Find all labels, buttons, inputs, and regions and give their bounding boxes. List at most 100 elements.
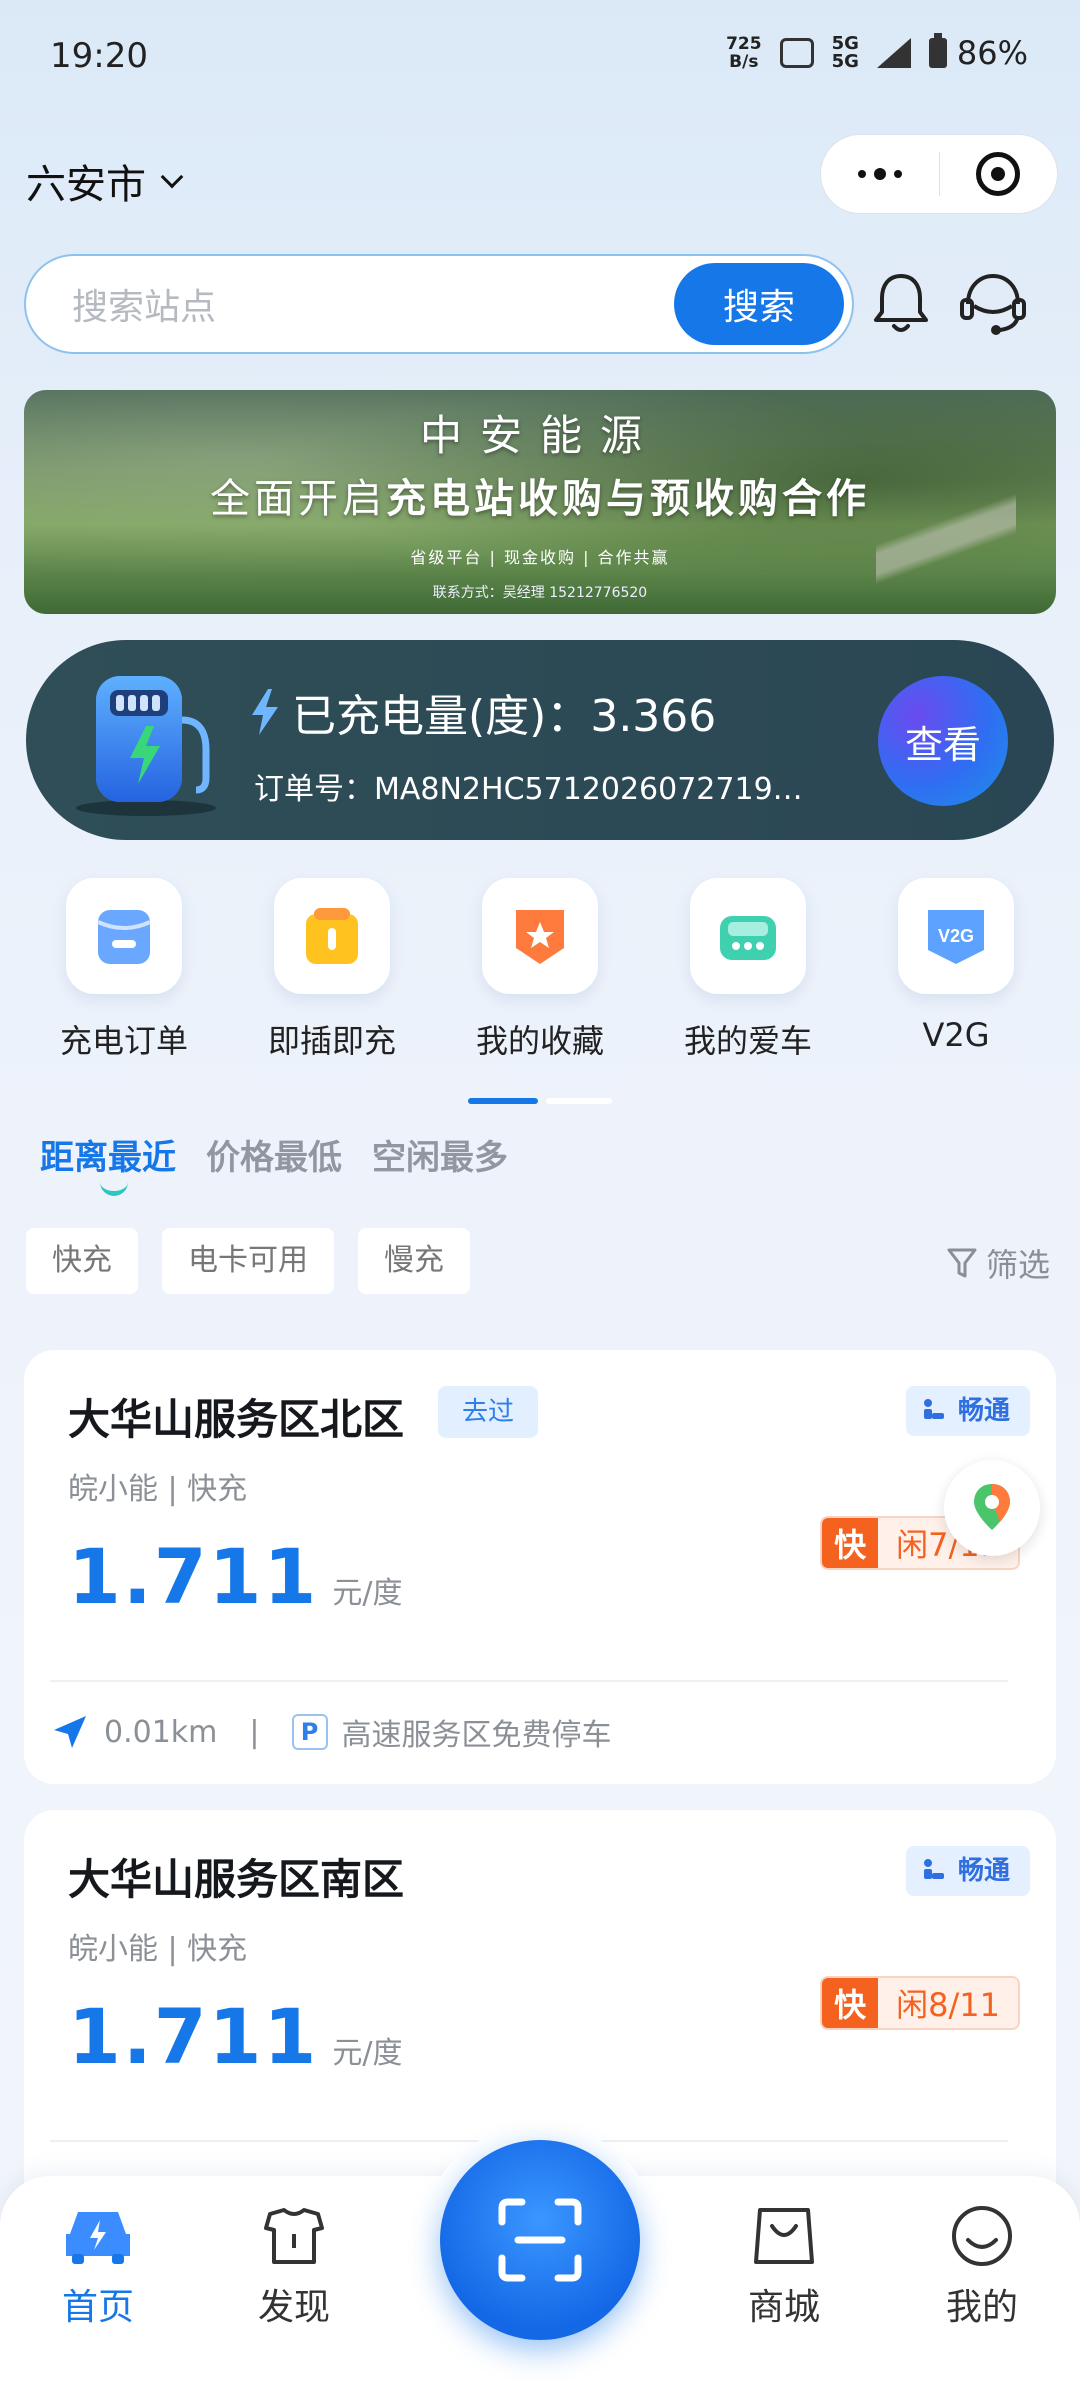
quick-entry-label: 即插即充 <box>267 1022 396 1060</box>
station-operator: 皖小能 | 快充 <box>68 1472 248 1507</box>
close-miniprogram-button[interactable] <box>940 152 1058 196</box>
station-name: 大华山服务区南区 <box>68 1855 405 1904</box>
bell-icon[interactable] <box>866 268 936 338</box>
quick-entry-favorites[interactable]: 我的收藏 <box>440 878 640 1062</box>
fast-charger-availability: 快 闲8/11 <box>820 1976 1020 2030</box>
search-bar[interactable]: 搜索站点 搜索 <box>24 254 854 354</box>
quick-entry-label: 我的爱车 <box>683 1022 812 1060</box>
nav-home[interactable]: 首页 <box>18 2204 178 2330</box>
quick-entry-label: 我的收藏 <box>475 1022 604 1060</box>
plug-and-charge-icon <box>274 878 390 994</box>
tab-cheapest[interactable]: 价格最低 <box>206 1130 342 1179</box>
seat-person-icon <box>923 1399 944 1419</box>
scan-button[interactable] <box>440 2140 640 2340</box>
station-name: 大华山服务区北区 <box>68 1395 405 1444</box>
parking-info: 高速服务区免费停车 <box>341 1718 612 1753</box>
scan-icon <box>498 2198 582 2282</box>
my-car-icon <box>690 878 806 994</box>
target-icon <box>976 152 1021 196</box>
navigation-arrow-icon[interactable] <box>50 1712 90 1752</box>
banner-contact: 联系方式：吴经理 15212776520 <box>432 585 648 601</box>
traffic-label: 畅通 <box>957 1396 1010 1426</box>
quick-entry-v2g[interactable]: V2G V2G <box>856 878 1056 1062</box>
favorites-icon <box>482 878 598 994</box>
seat-person-icon <box>923 1859 944 1879</box>
chip-slow-charge[interactable]: 慢充 <box>358 1228 470 1294</box>
traffic-status-badge: 畅通 <box>905 1386 1030 1436</box>
chevron-down-icon <box>160 165 184 189</box>
quick-entry-charging-order[interactable]: 充电订单 <box>24 878 224 1062</box>
more-dot <box>873 168 886 180</box>
nav-discover[interactable]: 发现 <box>214 2204 374 2330</box>
chip-fast-charge[interactable]: 快充 <box>26 1228 138 1294</box>
parking-icon: P <box>291 1714 328 1750</box>
net-speed: 725 B/s <box>726 35 762 71</box>
tab-nearest[interactable]: 距离最近 <box>40 1130 176 1179</box>
status-icons: 725 B/s 5G 5G 86% <box>726 33 1028 72</box>
page-indicator <box>468 1098 612 1104</box>
nav-label: 商城 <box>747 2287 820 2328</box>
station-price: 1.711 元/度 <box>68 1992 403 2081</box>
v2g-icon: V2G <box>898 878 1014 994</box>
city-name: 六安市 <box>26 162 146 208</box>
divider <box>50 1680 1008 1682</box>
banner-tags: 省级平台 | 现金收购 | 合作共赢 <box>410 548 670 567</box>
footer-separator: | <box>249 1714 260 1750</box>
svg-text:V2G: V2G <box>938 926 974 946</box>
shopping-bag-icon <box>754 2208 814 2264</box>
fast-key: 快 <box>822 1978 879 2028</box>
nav-label: 首页 <box>61 2287 134 2328</box>
nav-profile[interactable]: 我的 <box>902 2204 1062 2330</box>
charged-amount: 已充电量(度)：3.366 <box>252 680 716 744</box>
tab-most-idle[interactable]: 空闲最多 <box>372 1130 508 1179</box>
filter-label: 筛选 <box>985 1246 1050 1284</box>
charging-pump-icon <box>76 676 216 816</box>
banner-title: 中安能源 <box>419 411 660 460</box>
visited-badge: 去过 <box>438 1386 539 1438</box>
battery-level: 86% <box>956 34 1028 72</box>
station-price: 1.711 元/度 <box>68 1532 403 1621</box>
price-unit: 元/度 <box>332 1576 403 1611</box>
search-input[interactable]: 搜索站点 <box>72 278 674 330</box>
traffic-label: 畅通 <box>957 1856 1010 1886</box>
tab-underline <box>100 1182 128 1196</box>
station-operator: 皖小能 | 快充 <box>68 1932 248 1967</box>
promo-banner[interactable]: 中安能源 全面开启充电站收购与预收购合作 省级平台 | 现金收购 | 合作共赢 … <box>24 390 1056 614</box>
quick-entry-plug-and-charge[interactable]: 即插即充 <box>232 878 432 1062</box>
search-button[interactable]: 搜索 <box>674 263 844 345</box>
traffic-status-badge: 畅通 <box>905 1846 1030 1896</box>
chip-card-available[interactable]: 电卡可用 <box>162 1228 334 1294</box>
customer-service-icon[interactable] <box>956 266 1030 340</box>
price-value: 1.711 <box>68 1992 319 2081</box>
station-card[interactable]: 大华山服务区北区 去过 畅通 皖小能 | 快充 1.711 元/度 快 闲7/1… <box>24 1350 1056 1784</box>
status-time: 19:20 <box>50 36 148 76</box>
more-dot <box>857 170 866 178</box>
price-value: 1.711 <box>68 1532 319 1621</box>
quick-entry-row: 充电订单 即插即充 我的收藏 我的爱车 V2G V2G <box>0 878 1080 1062</box>
funnel-icon <box>947 1248 977 1278</box>
lightning-icon <box>252 689 278 735</box>
quick-entry-my-car[interactable]: 我的爱车 <box>648 878 848 1062</box>
filter-button[interactable]: 筛选 <box>946 1240 1050 1286</box>
banner-subtitle: 全面开启充电站收购与预收购合作 <box>210 476 870 522</box>
net-speed-unit: B/s <box>729 52 759 72</box>
city-selector[interactable]: 六安市 <box>26 152 184 210</box>
net-speed-value: 725 <box>726 34 762 54</box>
smiley-icon <box>952 2206 1012 2266</box>
network-label: 5G 5G <box>831 33 859 72</box>
quick-entry-label: V2G <box>922 1016 990 1054</box>
miniprogram-capsule <box>820 134 1058 214</box>
quick-entry-label: 充电订单 <box>59 1022 188 1060</box>
charging-order-icon <box>66 878 182 994</box>
charged-amount-text: 已充电量(度)：3.366 <box>292 691 717 742</box>
view-order-button[interactable]: 查看 <box>878 676 1008 806</box>
indicator-active <box>468 1098 538 1104</box>
price-unit: 元/度 <box>332 2036 403 2071</box>
more-dot <box>893 170 902 178</box>
map-button[interactable] <box>944 1460 1040 1556</box>
nav-mall[interactable]: 商城 <box>704 2204 864 2330</box>
map-pin-icon <box>974 1484 1010 1530</box>
nav-label: 发现 <box>257 2287 330 2328</box>
more-button[interactable] <box>821 168 939 180</box>
indicator-inactive <box>546 1098 612 1104</box>
